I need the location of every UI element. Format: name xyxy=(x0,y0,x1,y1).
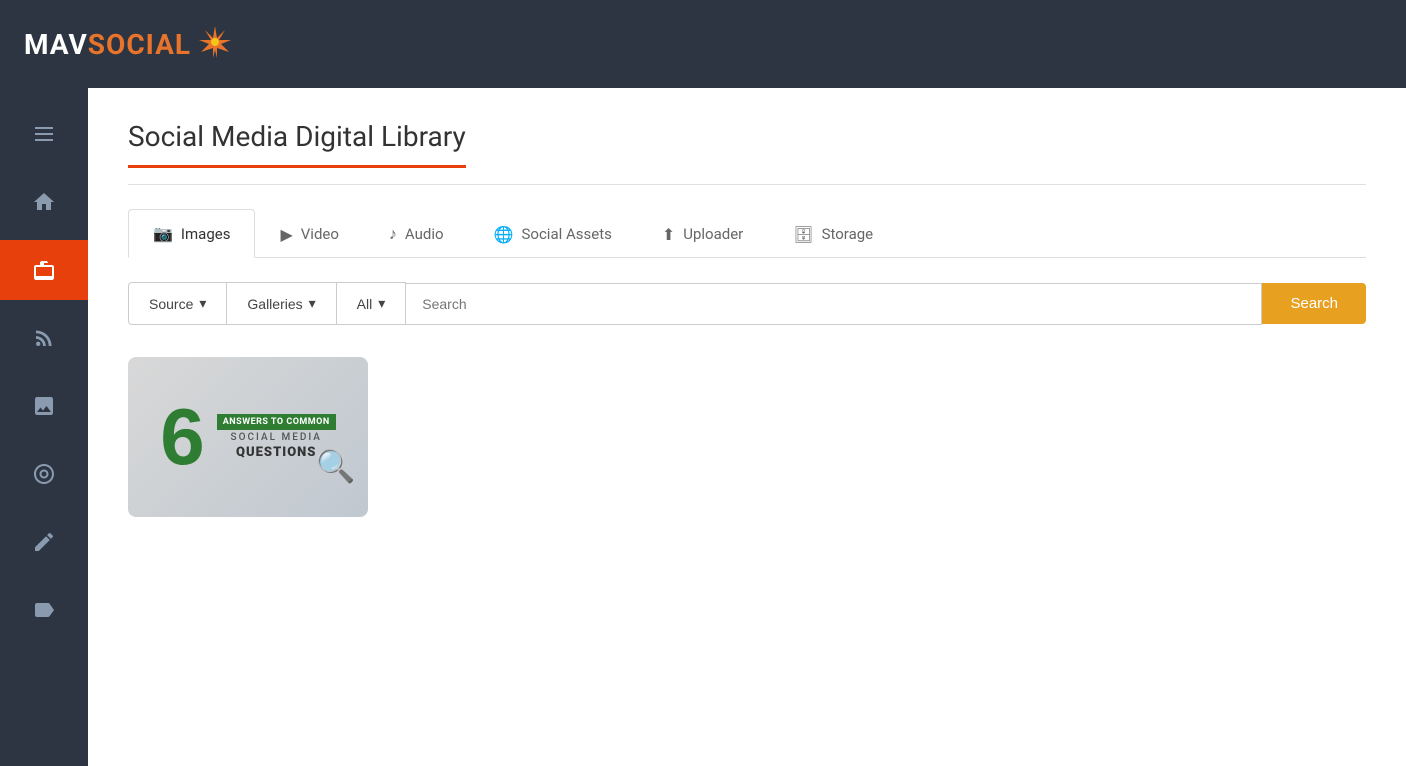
sidebar-item-home[interactable] xyxy=(0,172,88,232)
storage-icon: 🗄 xyxy=(793,225,813,244)
source-label: Source xyxy=(149,296,193,312)
tab-uploader-label: Uploader xyxy=(683,225,743,243)
sidebar xyxy=(0,88,88,766)
search-wrapper xyxy=(406,283,1262,325)
sidebar-item-menu[interactable] xyxy=(0,104,88,164)
search-input[interactable] xyxy=(406,284,1261,324)
smq-number: 6 xyxy=(160,397,205,477)
tab-storage-label: Storage xyxy=(822,225,874,243)
sidebar-item-target[interactable] xyxy=(0,444,88,504)
layout: Social Media Digital Library 📷 Images ▶ … xyxy=(0,88,1406,766)
source-dropdown[interactable]: Source ▾ xyxy=(128,282,227,325)
tab-images-label: Images xyxy=(181,225,231,243)
sidebar-item-edit[interactable] xyxy=(0,512,88,572)
search-button[interactable]: Search xyxy=(1262,283,1366,324)
sidebar-item-rss[interactable] xyxy=(0,308,88,368)
galleries-dropdown[interactable]: Galleries ▾ xyxy=(227,282,336,325)
smq-answers: ANSWERS TO COMMON xyxy=(217,414,336,430)
tab-images[interactable]: 📷 Images xyxy=(128,209,255,258)
galleries-label: Galleries xyxy=(247,296,302,312)
audio-icon: ♪ xyxy=(389,224,397,244)
logo-mav: MAV xyxy=(24,28,88,61)
sidebar-item-image[interactable] xyxy=(0,376,88,436)
tab-social-assets[interactable]: 🌐 Social Assets xyxy=(469,210,637,258)
tabs: 📷 Images ▶ Video ♪ Audio 🌐 Social Assets… xyxy=(128,209,1366,258)
main-content: Social Media Digital Library 📷 Images ▶ … xyxy=(88,88,1406,766)
image-card-smq[interactable]: 6 ANSWERS TO COMMON SOCIAL MEDIA QUESTIO… xyxy=(128,357,368,517)
tab-audio-label: Audio xyxy=(405,225,444,243)
logo-social: SOCIAL xyxy=(88,28,191,61)
smq-content: 6 ANSWERS TO COMMON SOCIAL MEDIA QUESTIO… xyxy=(160,397,336,477)
sidebar-item-briefcase[interactable] xyxy=(0,240,88,300)
globe-icon: 🌐 xyxy=(494,225,514,244)
tab-uploader[interactable]: ⬆ Uploader xyxy=(637,210,768,258)
video-icon: ▶ xyxy=(280,225,292,244)
tab-storage[interactable]: 🗄 Storage xyxy=(768,210,898,258)
tab-video-label: Video xyxy=(301,225,339,243)
galleries-chevron-icon: ▾ xyxy=(309,295,316,312)
tab-audio[interactable]: ♪ Audio xyxy=(364,209,469,258)
sidebar-item-tag[interactable] xyxy=(0,580,88,640)
tab-video[interactable]: ▶ Video xyxy=(255,210,363,258)
tab-social-assets-label: Social Assets xyxy=(521,225,611,243)
logo-icon xyxy=(197,24,233,64)
image-grid: 6 ANSWERS TO COMMON SOCIAL MEDIA QUESTIO… xyxy=(128,357,1366,517)
filter-bar: Source ▾ Galleries ▾ All ▾ Search xyxy=(128,282,1366,325)
source-chevron-icon: ▾ xyxy=(199,295,206,312)
smq-social: SOCIAL MEDIA xyxy=(217,432,336,443)
page-title-section: Social Media Digital Library xyxy=(128,120,1366,185)
top-header: MAV SOCIAL xyxy=(0,0,1406,88)
all-label: All xyxy=(357,296,373,312)
all-dropdown[interactable]: All ▾ xyxy=(337,282,407,325)
upload-icon: ⬆ xyxy=(662,225,675,244)
magnifier-icon: 🔍 xyxy=(316,447,356,485)
camera-icon: 📷 xyxy=(153,224,173,243)
all-chevron-icon: ▾ xyxy=(378,295,385,312)
logo: MAV SOCIAL xyxy=(24,24,233,64)
search-button-label: Search xyxy=(1290,295,1338,312)
page-title: Social Media Digital Library xyxy=(128,120,466,168)
